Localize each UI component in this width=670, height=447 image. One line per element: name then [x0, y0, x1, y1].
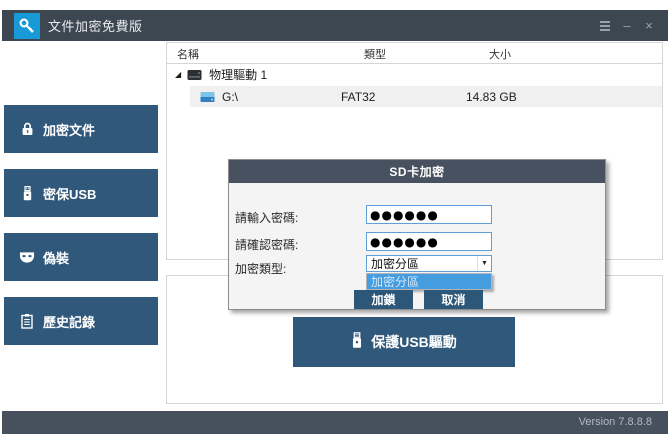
app-title: 文件加密免費版 [48, 16, 143, 35]
app-key-icon [14, 13, 40, 39]
sidebar-item-disguise[interactable]: 偽裝 [4, 233, 158, 281]
tree-group-label: 物理驅動 1 [209, 66, 267, 83]
lock-icon [19, 122, 35, 136]
chevron-down-icon[interactable]: ▼ [477, 256, 491, 271]
dialog-body: 請輸入密碼: 請確認密碼: 加密類型: 加密分區 ▼ 加密分區 加鎖 取消 [229, 183, 605, 309]
cancel-button[interactable]: 取消 [424, 290, 483, 309]
drive-size: 14.83 GB [466, 90, 517, 104]
sidebar-item-label: 偽裝 [43, 248, 69, 267]
column-header-type[interactable]: 類型 [364, 46, 386, 62]
confirm-password-label: 請確認密碼: [235, 236, 298, 253]
app-window: 文件加密免費版 – × 加密文件 [0, 0, 670, 447]
history-icon [19, 314, 35, 329]
sd-encrypt-dialog: SD卡加密 請輸入密碼: 請確認密碼: 加密類型: 加密分區 ▼ 加密分區 加鎖… [228, 159, 606, 310]
encrypt-type-dropdown: 加密分區 [366, 273, 492, 290]
titlebar: 文件加密免費版 – × [2, 10, 668, 41]
window-controls: – × [594, 10, 660, 41]
encrypt-type-value: 加密分區 [371, 255, 477, 272]
sidebar-item-label: 加密文件 [43, 120, 95, 139]
encrypt-type-label: 加密類型: [235, 260, 286, 277]
dropdown-option-partition[interactable]: 加密分區 [371, 273, 419, 290]
password-input[interactable] [366, 205, 492, 224]
tree-group-row[interactable]: ◢ 物理驅動 1 [167, 64, 662, 85]
sidebar-item-secure-usb[interactable]: 密保USB [4, 169, 158, 217]
tree-expand-icon[interactable]: ◢ [175, 71, 181, 79]
sidebar-item-history[interactable]: 歷史記錄 [4, 297, 158, 345]
usb-icon [351, 332, 363, 352]
drive-type: FAT32 [341, 90, 375, 104]
mask-icon [19, 251, 35, 264]
protect-usb-button[interactable]: 保護USB驅動 [293, 317, 515, 367]
drive-name: G:\ [222, 90, 238, 104]
physical-drive-icon [187, 69, 202, 81]
encrypt-type-select[interactable]: 加密分區 ▼ [366, 255, 492, 272]
column-header-name[interactable]: 名稱 [177, 46, 199, 62]
sidebar-item-label: 密保USB [43, 184, 96, 203]
dialog-title: SD卡加密 [229, 160, 605, 183]
protect-usb-label: 保護USB驅動 [371, 332, 457, 352]
close-icon[interactable]: × [638, 15, 660, 37]
lock-button[interactable]: 加鎖 [354, 290, 413, 309]
column-header-size[interactable]: 大小 [489, 46, 511, 62]
password-label: 請輸入密碼: [235, 209, 298, 226]
table-row-drive-g[interactable]: G:\ [190, 86, 662, 107]
statusbar: Version 7.8.8.8 [2, 411, 668, 434]
confirm-password-input[interactable] [366, 232, 492, 251]
version-label: Version 7.8.8.8 [579, 416, 652, 428]
table-header: 名稱 類型 大小 [167, 43, 662, 64]
sidebar-item-encrypt-files[interactable]: 加密文件 [4, 105, 158, 153]
drive-g-icon [200, 91, 215, 103]
usb-icon [19, 186, 35, 201]
menu-icon[interactable] [594, 15, 616, 37]
sidebar-item-label: 歷史記錄 [43, 312, 95, 331]
minimize-icon[interactable]: – [616, 15, 638, 37]
